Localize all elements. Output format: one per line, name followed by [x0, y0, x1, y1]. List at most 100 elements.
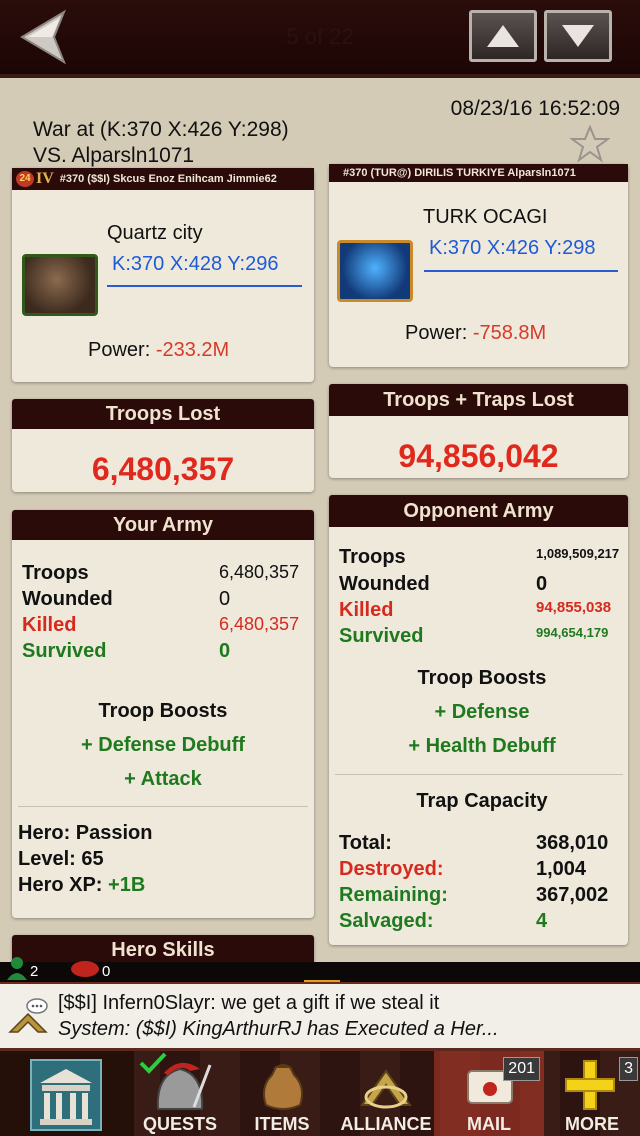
- troops-traps-lost-title: Troops + Traps Lost: [329, 384, 628, 416]
- troops-value: 6,480,357: [219, 562, 300, 582]
- boost-item: + Attack: [124, 768, 202, 790]
- nav-label: MAIL: [467, 1114, 511, 1134]
- back-arrow-icon[interactable]: [18, 8, 78, 66]
- killed-label: Killed: [339, 599, 394, 621]
- nav-more[interactable]: 3 MORE: [544, 1051, 640, 1136]
- report-date: 08/23/16 16:52:09: [450, 97, 620, 120]
- survived-value: 0: [219, 640, 231, 662]
- nav-quests[interactable]: QUESTS: [134, 1051, 226, 1136]
- player-card: 24 IV #370 ($$I) Skcus Enoz Enihcam Jimmie…: [12, 168, 314, 382]
- trap-salvaged-value: 4: [536, 910, 548, 932]
- player-city-name: Quartz city: [107, 222, 203, 244]
- power-label: Power:: [405, 322, 468, 344]
- nav-label: ITEMS: [254, 1114, 310, 1134]
- chat-message-2: System: ($$I) KingArthurRJ has Executed …: [58, 1018, 499, 1040]
- player-hero-avatar[interactable]: [22, 254, 98, 316]
- hero-skills-title: Hero Skills: [12, 935, 314, 965]
- your-army-panel: Your Army Troops 6,480,357 Wounded 0 Kil…: [12, 510, 314, 918]
- killed-value: 6,480,357: [219, 614, 300, 634]
- nav-label: QUESTS: [142, 1114, 217, 1134]
- opponent-hero-avatar[interactable]: [337, 240, 413, 302]
- opponent-coordinates[interactable]: K:370 X:426 Y:298: [429, 237, 595, 260]
- next-report-button[interactable]: [544, 10, 612, 62]
- troops-label: Troops: [22, 562, 89, 584]
- troops-lost-panel: Troops Lost 6,480,357: [12, 399, 314, 492]
- survived-label: Survived: [339, 625, 424, 647]
- more-badge: 3: [619, 1057, 638, 1081]
- hero-xp: Hero XP: +1B: [18, 874, 145, 897]
- hero-name: Hero: Passion: [18, 822, 153, 844]
- opponent-alliance-strip: #370 (TUR@) DIRILIS TURKIYE Alparsln1071: [329, 164, 628, 182]
- opponent-power: Power: -758.8M: [405, 322, 546, 345]
- section-divider: [18, 806, 308, 807]
- nav-label: ALLIANCE: [340, 1114, 432, 1134]
- boost-item: + Health Debuff: [408, 735, 556, 757]
- power-value: -758.8M: [472, 322, 547, 344]
- survived-value: 994,654,179: [536, 625, 609, 640]
- rank-badge: 24: [16, 171, 34, 188]
- trap-destroyed-label: Destroyed:: [339, 858, 444, 880]
- favorite-star-icon[interactable]: [568, 124, 612, 168]
- chat-message-1: [$$I] Infern0Slayr: we get a gift if we …: [58, 992, 440, 1014]
- top-bar: 5 of 22: [0, 0, 640, 78]
- trap-capacity-title: Trap Capacity: [416, 790, 548, 812]
- nav-alliance[interactable]: ALLIANCE: [338, 1051, 434, 1136]
- opponent-army-title: Opponent Army: [329, 495, 628, 527]
- stronghold-icon: [30, 1059, 102, 1131]
- players-online-count: 2: [30, 963, 39, 980]
- survived-label: Survived: [22, 640, 107, 662]
- trap-remaining-value: 367,002: [536, 884, 609, 906]
- player-alliance-strip: 24 IV #370 ($$I) Skcus Enoz Enihcam Jimmie…: [12, 168, 314, 190]
- messages-count: 0: [102, 963, 111, 980]
- player-alliance-text: #370 ($$I) Skcus Enoz Enihcam Jimmie62: [59, 173, 277, 185]
- nav-label: MORE: [565, 1114, 619, 1134]
- opponent-city-name: TURK OCAGI: [423, 206, 548, 228]
- section-divider: [335, 774, 623, 775]
- versus-line: VS. Alparsln1071: [33, 144, 195, 167]
- killed-label: Killed: [22, 614, 77, 636]
- boost-item: + Defense: [434, 701, 530, 723]
- opponent-card: #370 (TUR@) DIRILIS TURKIYE Alparsln1071…: [329, 164, 628, 367]
- nav-items[interactable]: ITEMS: [226, 1051, 338, 1136]
- boost-item: + Defense Debuff: [81, 734, 245, 756]
- hero-skills-panel: Hero Skills: [12, 935, 314, 965]
- power-value: -233.2M: [155, 339, 230, 361]
- player-coordinates-underline: [107, 285, 302, 287]
- previous-report-button[interactable]: [469, 10, 537, 62]
- troops-label: Troops: [339, 546, 406, 568]
- items-bag-icon: [263, 1064, 303, 1110]
- player-coordinates[interactable]: K:370 X:428 Y:296: [112, 253, 278, 276]
- trap-salvaged-label: Salvaged:: [339, 910, 434, 932]
- plus-icon: [565, 1060, 615, 1110]
- power-label: Power:: [88, 339, 151, 361]
- bottom-navigation: QUESTS ITEMS ALLIANCE 201 MAIL 3 MORE: [0, 1048, 640, 1136]
- status-strip: 2 0: [0, 957, 640, 984]
- report-title: War at (K:370 X:426 Y:298) VS. Alparsln1…: [33, 117, 289, 169]
- mail-badge: 201: [503, 1057, 540, 1081]
- up-arrow-icon: [487, 25, 519, 47]
- wounded-value: 0: [219, 588, 231, 610]
- chat-bubble-icon: [71, 961, 99, 977]
- chat-preview[interactable]: [$$I] Infern0Slayr: we get a gift if we …: [0, 982, 640, 1048]
- alliance-icon: [360, 1069, 412, 1109]
- trap-total-label: Total:: [339, 832, 392, 854]
- page-indicator: 5 of 22: [286, 24, 354, 49]
- quests-helmet-icon: [156, 1062, 212, 1110]
- nav-mail[interactable]: 201 MAIL: [434, 1051, 544, 1136]
- troops-lost-title: Troops Lost: [12, 399, 314, 429]
- troops-traps-lost-panel: Troops + Traps Lost 94,856,042: [329, 384, 628, 478]
- players-online-icon: [7, 957, 27, 980]
- wounded-value: 0: [536, 573, 548, 595]
- troops-traps-lost-value: 94,856,042: [398, 438, 559, 474]
- trap-destroyed-value: 1,004: [536, 858, 587, 880]
- trap-total-value: 368,010: [536, 832, 609, 854]
- player-power: Power: -233.2M: [88, 339, 229, 362]
- hero-xp-label: Hero XP:: [18, 874, 103, 896]
- opponent-army-panel: Opponent Army Troops 1,089,509,217 Wound…: [329, 495, 628, 945]
- troops-value: 1,089,509,217: [536, 546, 620, 561]
- wounded-label: Wounded: [339, 573, 430, 595]
- home-button[interactable]: [0, 1051, 134, 1136]
- alliance-chat-icon: [8, 998, 48, 1033]
- your-army-title: Your Army: [12, 510, 314, 540]
- rank-roman: IV: [36, 170, 54, 188]
